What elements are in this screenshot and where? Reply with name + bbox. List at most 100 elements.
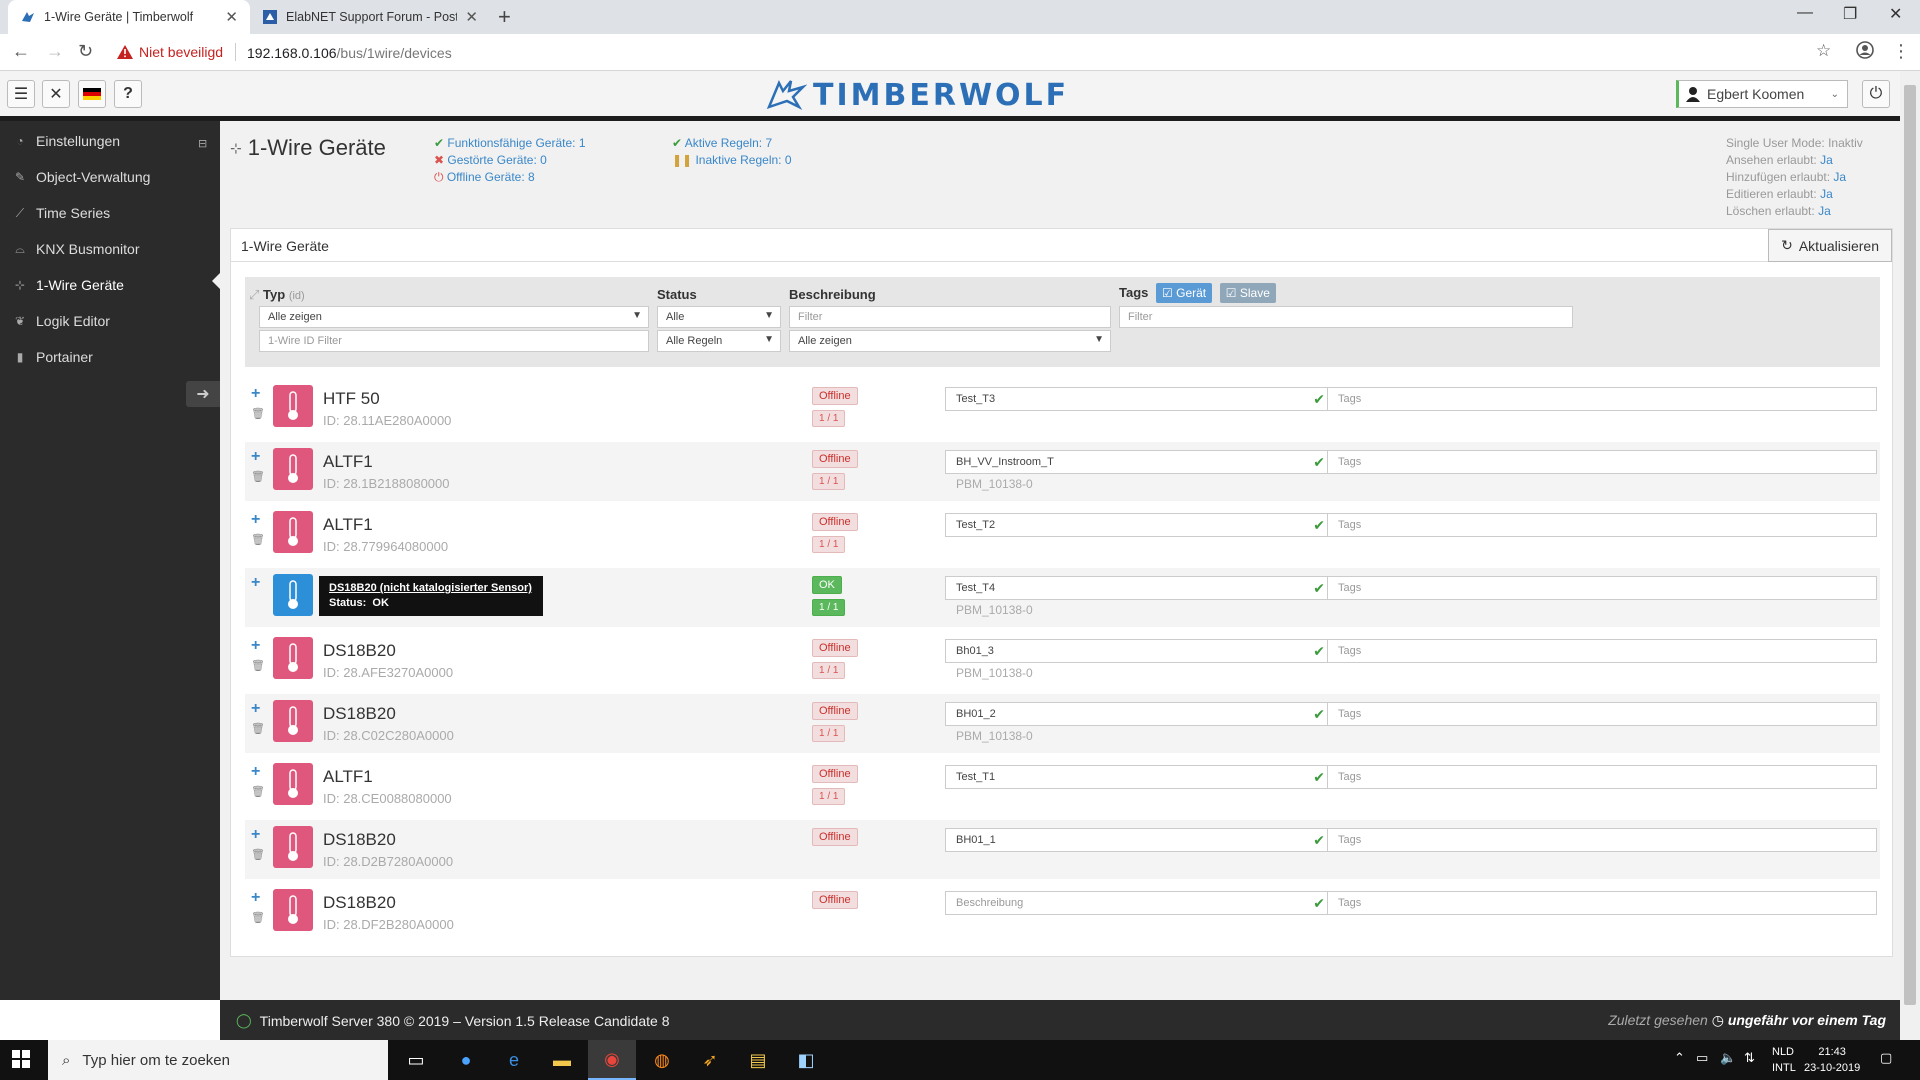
trash-icon[interactable]: 🗑 xyxy=(251,470,265,483)
notes-icon[interactable]: ▤ xyxy=(734,1040,782,1080)
refresh-button[interactable]: ↻ Aktualisieren xyxy=(1768,229,1892,262)
battery-icon[interactable]: ▭ xyxy=(1696,1050,1708,1066)
description-input[interactable]: BH01_1 ✔ xyxy=(945,828,1332,852)
thermometer-icon xyxy=(273,700,313,742)
expand-plus-icon[interactable]: + xyxy=(251,889,260,907)
page-scrollbar[interactable] xyxy=(1900,71,1920,1040)
tags-input[interactable]: Tags xyxy=(1327,765,1877,789)
sidebar-item-label: Logik Editor xyxy=(36,313,110,329)
description-input[interactable]: BH01_2 ✔ xyxy=(945,702,1332,726)
tags-input[interactable]: Tags xyxy=(1327,639,1877,663)
edge-icon[interactable]: e xyxy=(490,1040,538,1080)
browser-tab-elabnet[interactable]: ElabNET Support Forum - Post a ✕ xyxy=(250,0,490,34)
trash-icon[interactable]: 🗑 xyxy=(251,848,265,861)
expand-plus-icon[interactable]: + xyxy=(251,574,260,592)
tags-input[interactable]: Tags xyxy=(1327,450,1877,474)
security-warning[interactable]: Niet beveiligd xyxy=(117,44,223,60)
restore-icon[interactable]: ❐ xyxy=(1843,4,1857,24)
tags-input[interactable]: Tags xyxy=(1327,576,1877,600)
sidebar-item-time-series[interactable]: ⟋ Time Series xyxy=(0,195,220,231)
id-filter-input[interactable]: 1-Wire ID Filter xyxy=(259,330,649,352)
file-explorer-icon[interactable]: ▬ xyxy=(538,1040,586,1080)
collapse-icon[interactable]: ⊟ xyxy=(198,137,207,150)
firefox-icon[interactable]: ◍ xyxy=(638,1040,686,1080)
outlook-icon[interactable]: ● xyxy=(442,1040,490,1080)
expand-plus-icon[interactable]: + xyxy=(251,763,260,781)
help-icon[interactable]: ? xyxy=(114,80,142,108)
tags-input[interactable]: Tags xyxy=(1327,387,1877,411)
network-icon[interactable]: ⇅ xyxy=(1744,1050,1755,1066)
url-field[interactable]: 192.168.0.106/bus/1wire/devices xyxy=(247,45,452,61)
tags-input[interactable]: Tags xyxy=(1327,513,1877,537)
desc-filter-input[interactable]: Filter xyxy=(789,306,1111,328)
user-select[interactable]: Egbert Koomen ⌄ xyxy=(1676,80,1848,108)
back-arrow-icon[interactable]: ← xyxy=(12,41,30,62)
sidebar-item-einstellungen[interactable]: ◔ Einstellungen ⊟ xyxy=(0,123,220,159)
expand-plus-icon[interactable]: + xyxy=(251,637,260,655)
description-input[interactable]: BH_VV_Instroom_T ✔ xyxy=(945,450,1332,474)
description-input[interactable]: Beschreibung ✔ xyxy=(945,891,1332,915)
expand-plus-icon[interactable]: + xyxy=(251,700,260,718)
tags-input[interactable]: Tags xyxy=(1327,828,1877,852)
sidebar-item-object-verwaltung[interactable]: ✎ Object-Verwaltung xyxy=(0,159,220,195)
taskbar-clock[interactable]: 21:43 23-10-2019 xyxy=(1804,1044,1860,1076)
description-input[interactable]: Test_T4 ✔ xyxy=(945,576,1332,600)
minimize-icon[interactable]: — xyxy=(1797,4,1813,22)
chrome-icon[interactable]: ◉ xyxy=(588,1040,636,1080)
sidebar-item-knx-busmonitor[interactable]: ⌓ KNX Busmonitor xyxy=(0,231,220,267)
input-language[interactable]: NLD INTL xyxy=(1772,1044,1796,1076)
volume-icon[interactable]: 🔈 xyxy=(1720,1050,1736,1066)
expand-plus-icon[interactable]: + xyxy=(251,826,260,844)
trash-icon[interactable]: 🗑 xyxy=(251,533,265,546)
description-input[interactable]: Test_T3 ✔ xyxy=(945,387,1332,411)
typ-select[interactable]: Alle zeigen ▼ xyxy=(259,306,649,328)
expand-plus-icon[interactable]: + xyxy=(251,385,260,403)
browser-tab-timberwolf[interactable]: 1-Wire Geräte | Timberwolf ✕ xyxy=(8,0,250,34)
close-icon[interactable]: ✕ xyxy=(465,8,478,26)
expand-plus-icon[interactable]: + xyxy=(251,511,260,529)
new-tab-plus-icon[interactable]: + xyxy=(498,4,511,30)
browser-menu-icon[interactable]: ⋮ xyxy=(1892,41,1910,62)
german-flag-icon[interactable] xyxy=(78,80,106,108)
fullscreen-icon[interactable]: ✕ xyxy=(42,80,70,108)
refresh-icon: ↻ xyxy=(1781,237,1793,253)
sidebar-item-logik-editor[interactable]: ❦ Logik Editor xyxy=(0,303,220,339)
power-icon[interactable]: ⏻ xyxy=(1862,80,1890,108)
trash-icon[interactable]: 🗑 xyxy=(251,785,265,798)
sidebar-item-portainer[interactable]: ▮ Portainer xyxy=(0,339,220,375)
trash-icon[interactable]: 🗑 xyxy=(251,911,265,924)
sidebar-toggle-icon[interactable]: ➜ xyxy=(186,381,220,407)
hamburger-menu-icon[interactable]: ☰ xyxy=(7,80,35,108)
notifications-icon[interactable]: ▢ xyxy=(1880,1050,1892,1066)
tags-filter-input[interactable]: Filter xyxy=(1119,306,1573,328)
tags-input[interactable]: Tags xyxy=(1327,702,1877,726)
reload-icon[interactable]: ↻ xyxy=(78,41,93,62)
description-input[interactable]: Test_T2 ✔ xyxy=(945,513,1332,537)
window-app-icon[interactable]: ◧ xyxy=(782,1040,830,1080)
rules-select[interactable]: Alle Regeln ▼ xyxy=(657,330,781,352)
taskbar-search[interactable]: ⌕ Typ hier om te zoeken xyxy=(48,1040,388,1080)
trash-icon[interactable]: 🗑 xyxy=(251,407,265,420)
scrollbar-thumb[interactable] xyxy=(1904,85,1916,1005)
forward-arrow-icon[interactable]: → xyxy=(46,41,64,62)
sidebar-item-1wire-geraete[interactable]: ⊹ 1-Wire Geräte xyxy=(0,267,220,303)
windows-start-icon[interactable] xyxy=(12,1050,30,1071)
description-input[interactable]: Test_T1 ✔ xyxy=(945,765,1332,789)
bookmark-star-icon[interactable]: ☆ xyxy=(1816,41,1831,61)
tags-input[interactable]: Tags xyxy=(1327,891,1877,915)
description-input[interactable]: Bh01_3 ✔ xyxy=(945,639,1332,663)
tag-filter-slave[interactable]: ☑ Slave xyxy=(1219,283,1276,303)
status-select[interactable]: Alle ▼ xyxy=(657,306,781,328)
window-close-icon[interactable]: ✕ xyxy=(1889,4,1902,24)
check-icon: ✔ xyxy=(1313,706,1325,722)
trash-icon[interactable]: 🗑 xyxy=(251,722,265,735)
task-view-icon[interactable]: ▭ xyxy=(392,1040,440,1080)
expand-plus-icon[interactable]: + xyxy=(251,448,260,466)
app-bird-icon[interactable]: ➶ xyxy=(686,1040,734,1080)
tag-filter-geraet[interactable]: ☑ Gerät xyxy=(1156,283,1213,303)
tray-up-icon[interactable]: ⌃ xyxy=(1674,1050,1685,1066)
trash-icon[interactable]: 🗑 xyxy=(251,659,265,672)
desc-select[interactable]: Alle zeigen ▼ xyxy=(789,330,1111,352)
close-icon[interactable]: ✕ xyxy=(225,8,238,26)
profile-icon[interactable] xyxy=(1856,41,1874,64)
